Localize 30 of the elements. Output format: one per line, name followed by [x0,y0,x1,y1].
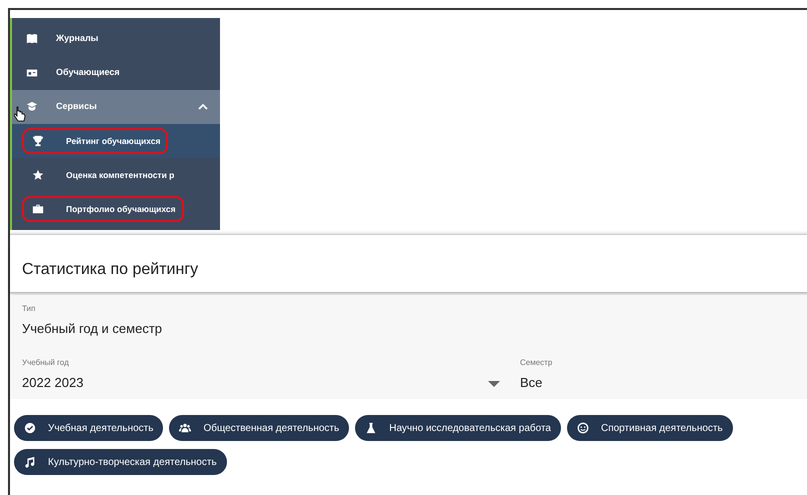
check-circle-icon [24,422,36,434]
flask-icon [365,422,378,434]
sidebar-item[interactable]: Обучающиеся [12,56,220,90]
semester-field[interactable]: Семестр Все [520,356,640,392]
category-chip[interactable]: Научно исследовательская работа [355,415,561,441]
trophy-icon [32,135,44,147]
type-field[interactable]: Тип Учебный год и семестр [22,303,502,338]
sidebar-subitem-label: Портфолио обучающихся [66,202,176,216]
briefcase-icon [32,203,44,215]
book-icon [26,33,38,45]
people-icon [179,422,192,434]
sidebar-item[interactable]: Сервисы [12,90,220,124]
category-chip[interactable]: Спортивная деятельность [566,415,733,441]
smile-icon [576,422,589,434]
graduation-cap-icon [26,101,38,113]
sidebar-subitem-label: Рейтинг обучающихся [66,134,160,148]
music-note-icon [24,456,36,468]
dropdown-arrow-icon [488,380,500,386]
cursor-icon [14,106,26,122]
sidebar-subitem[interactable]: Портфолио обучающихся [12,192,220,226]
year-field[interactable]: Учебный год 2022 2023 [22,356,502,392]
sidebar-subitem[interactable]: Оценка компетентности р [12,158,220,192]
id-card-icon [26,67,38,79]
sidebar-item[interactable]: Журналы [12,22,220,56]
panel-title: Статистика по рейтингу [22,260,198,280]
sidebar-subitem[interactable]: Рейтинг обучающихся [12,124,220,158]
category-chip[interactable]: Культурно-творческая деятельность [14,449,227,475]
category-chip[interactable]: Общественная деятельность [169,415,350,441]
star-icon [32,169,44,181]
category-chip[interactable]: Учебная деятельность [14,415,164,441]
